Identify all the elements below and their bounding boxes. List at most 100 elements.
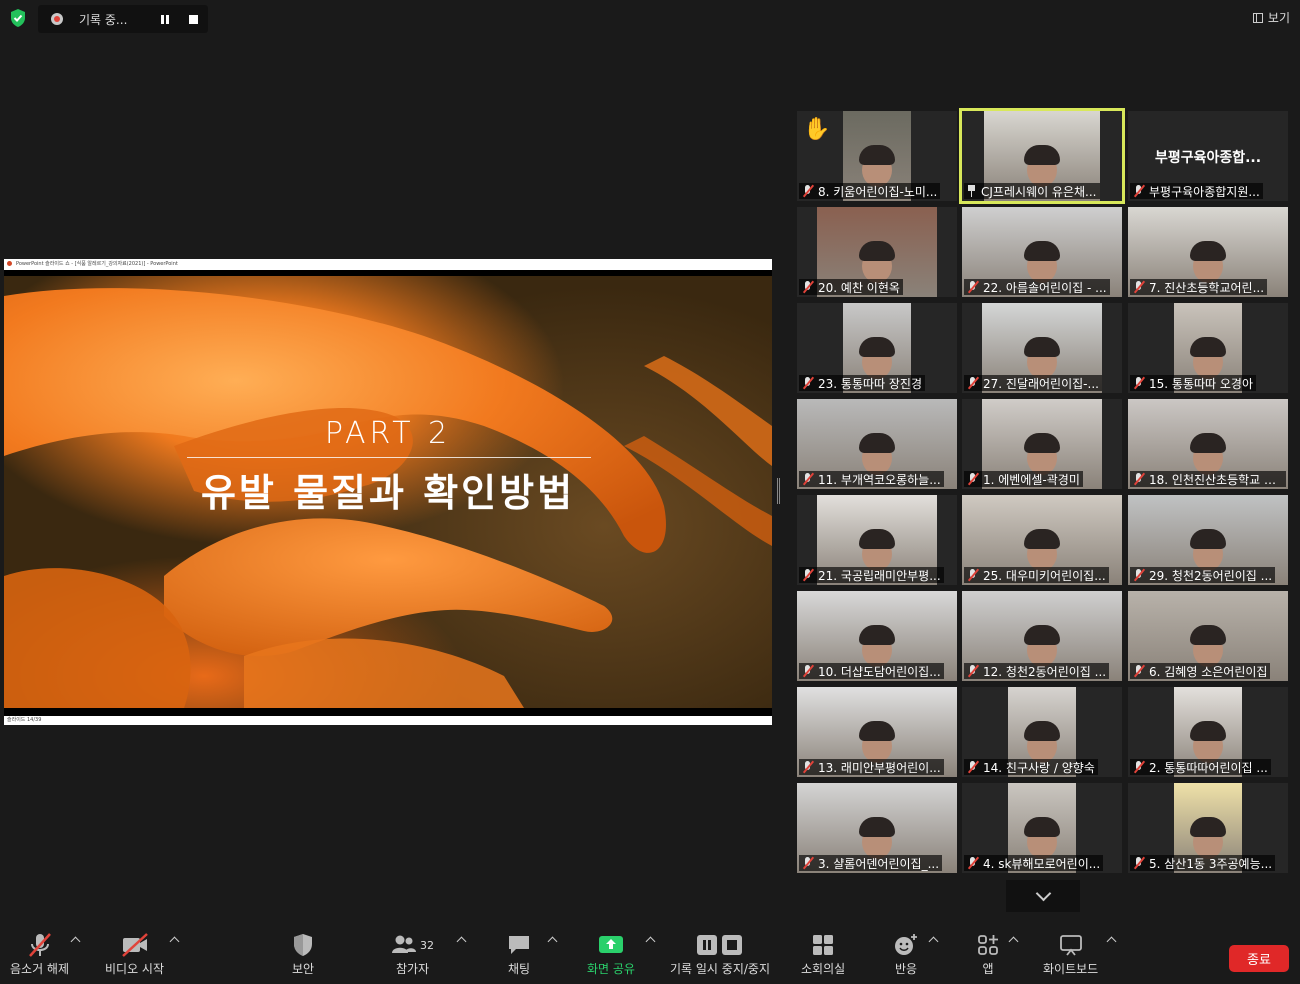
participant-name: 3. 샬롬어덴어린이집_...: [818, 856, 940, 871]
security-shield-icon[interactable]: [8, 8, 28, 28]
apps-icon: [976, 930, 1000, 960]
participant-tile[interactable]: 23. 통통따따 장진경: [797, 303, 957, 393]
breakout-rooms-button[interactable]: 소회의실: [801, 930, 845, 977]
participant-name: 5. 삼산1동 3주공예능...: [1149, 856, 1273, 871]
reactions-options-caret[interactable]: [928, 936, 939, 947]
participant-name-bar: 20. 예찬 이현옥: [799, 279, 903, 295]
participant-hair: [1024, 721, 1060, 741]
microphone-muted-icon: [801, 569, 815, 581]
pause-stop-recording-label: 기록 일시 중지/중지: [670, 962, 770, 976]
chat-options-caret[interactable]: [547, 936, 558, 947]
chat-button[interactable]: 채팅: [506, 930, 532, 977]
participant-name-bar: 2. 통통따따어린이집 ...: [1130, 759, 1271, 775]
split-drag-handle[interactable]: [777, 478, 780, 504]
participant-name: 2. 통통따따어린이집 ...: [1149, 760, 1268, 775]
share-options-caret[interactable]: [645, 936, 656, 947]
recording-indicator: 기록 중...: [38, 5, 208, 33]
microphone-muted-icon: [966, 569, 980, 581]
powerpoint-icon: [7, 261, 12, 266]
start-video-button[interactable]: 비디오 시작: [105, 930, 164, 977]
participants-options-caret[interactable]: [456, 936, 467, 947]
participant-tile[interactable]: 27. 진달래어린이집-...: [962, 303, 1122, 393]
microphone-muted-icon: [801, 473, 815, 485]
participant-name-bar: 10. 더샵도담어린이집...: [799, 663, 944, 679]
share-screen-button[interactable]: 화면 공유: [587, 930, 635, 977]
video-options-caret[interactable]: [169, 936, 180, 947]
participant-tile[interactable]: 7. 진산초등학교어린...: [1128, 207, 1288, 297]
reactions-button[interactable]: 반응: [893, 930, 919, 977]
participant-hair: [1024, 145, 1060, 165]
stop-recording-button[interactable]: [179, 5, 207, 33]
whiteboard-options-caret[interactable]: [1106, 936, 1117, 947]
microphone-muted-icon: [966, 761, 980, 773]
participant-hair: [859, 337, 895, 357]
unmute-button[interactable]: 음소거 해제: [10, 930, 69, 977]
participant-tile[interactable]: 4. sk뷰해모로어린이...: [962, 783, 1122, 873]
next-page-button[interactable]: [1006, 880, 1080, 912]
participant-tile[interactable]: 5. 삼산1동 3주공예능...: [1128, 783, 1288, 873]
pause-stop-recording-button[interactable]: 기록 일시 중지/중지: [670, 930, 770, 977]
participant-tile[interactable]: 22. 아름솔어린이집 - ...: [962, 207, 1122, 297]
microphone-muted-icon: [1132, 569, 1146, 581]
participant-tile[interactable]: 11. 부개역코오롱하늘...: [797, 399, 957, 489]
record-icon: [51, 13, 63, 25]
participant-tile[interactable]: 13. 래미안부평어린이...: [797, 687, 957, 777]
participant-name-bar: 11. 부개역코오롱하늘...: [799, 471, 944, 487]
participant-tile[interactable]: 12. 청천2동어린이집 ...: [962, 591, 1122, 681]
security-button[interactable]: 보안: [291, 930, 315, 977]
participant-name-bar: 4. sk뷰해모로어린이...: [964, 855, 1104, 871]
slide-part-label: PART 2: [324, 416, 452, 451]
participant-tile[interactable]: 25. 대우미키어린이집...: [962, 495, 1122, 585]
pause-recording-button[interactable]: [151, 5, 179, 33]
participant-name-bar: CJ프레시웨이 유은채...: [964, 183, 1100, 199]
participant-tile[interactable]: 20. 예찬 이현옥: [797, 207, 957, 297]
participant-name: CJ프레시웨이 유은채...: [981, 184, 1097, 199]
end-meeting-button[interactable]: 종료: [1229, 945, 1289, 972]
participant-name-bar: 27. 진달래어린이집-...: [964, 375, 1102, 391]
participant-tile[interactable]: 부평구육아종합... 부평구육아종합지원...: [1128, 111, 1288, 201]
apps-options-caret[interactable]: [1008, 936, 1019, 947]
share-window-title: PowerPoint 슬라이드 쇼 - [식품 알레르기_강의자료(2021)]…: [16, 261, 178, 267]
participant-tile[interactable]: ✋ 8. 키움어린이집-노미...: [797, 111, 957, 201]
participant-tile[interactable]: 21. 국공립래미안부평...: [797, 495, 957, 585]
participant-name-bar: 6. 김혜영 소은어린이집: [1130, 663, 1271, 679]
participant-name: 18. 인천진산초등학교 어...: [1149, 472, 1283, 487]
unmute-label: 음소거 해제: [10, 962, 70, 976]
participant-tile[interactable]: 18. 인천진산초등학교 어...: [1128, 399, 1288, 489]
apps-button[interactable]: 앱: [976, 930, 1000, 977]
whiteboard-label: 화이트보드: [1043, 962, 1099, 976]
chat-label: 채팅: [507, 962, 531, 976]
participant-name: 11. 부개역코오롱하늘...: [818, 472, 941, 487]
participant-tile[interactable]: 2. 통통따따어린이집 ...: [1128, 687, 1288, 777]
participant-tile[interactable]: 1. 에벤에셀-곽경미: [962, 399, 1122, 489]
breakout-rooms-icon: [811, 930, 835, 960]
participant-hair: [1024, 529, 1060, 549]
participant-tile[interactable]: 6. 김혜영 소은어린이집: [1128, 591, 1288, 681]
audio-options-caret[interactable]: [70, 936, 81, 947]
participant-tile[interactable]: CJ프레시웨이 유은채...: [959, 108, 1125, 204]
participant-tile[interactable]: 15. 통통따따 오경아: [1128, 303, 1288, 393]
participant-tile[interactable]: 10. 더샵도담어린이집...: [797, 591, 957, 681]
participant-tile[interactable]: 14. 친구사랑 / 양향숙: [962, 687, 1122, 777]
participant-name-bar: 21. 국공립래미안부평...: [799, 567, 944, 583]
start-video-label: 비디오 시작: [105, 962, 165, 976]
participant-name: 13. 래미안부평어린이...: [818, 760, 941, 775]
participant-name-bar: 18. 인천진산초등학교 어...: [1130, 471, 1286, 487]
view-button[interactable]: 보기: [1252, 9, 1290, 26]
participant-name-bar: 7. 진산초등학교어린...: [1130, 279, 1268, 295]
microphone-muted-icon: [1132, 761, 1146, 773]
whiteboard-button[interactable]: 화이트보드: [1043, 930, 1098, 977]
participant-tile[interactable]: 29. 청천2동어린이집 ...: [1128, 495, 1288, 585]
participant-name: 7. 진산초등학교어린...: [1149, 280, 1265, 295]
participant-tile[interactable]: 3. 샬롬어덴어린이집_...: [797, 783, 957, 873]
microphone-muted-icon: [966, 665, 980, 677]
participant-display-name: 부평구육아종합...: [1154, 150, 1262, 166]
participant-name: 6. 김혜영 소은어린이집: [1149, 664, 1268, 679]
pin-icon: [966, 185, 978, 197]
participants-button[interactable]: 32 참가자: [391, 930, 434, 977]
participant-hair: [859, 433, 895, 453]
pause-icon: [161, 14, 169, 24]
microphone-muted-icon: [801, 185, 815, 197]
participant-hair: [859, 721, 895, 741]
participant-name: 25. 대우미키어린이집...: [983, 568, 1106, 583]
